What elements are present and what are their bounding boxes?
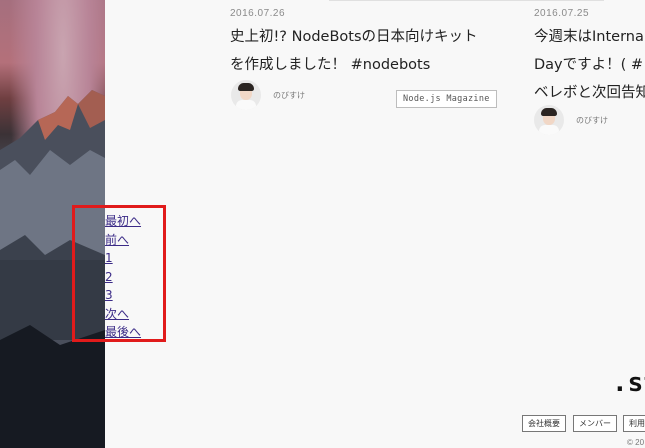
article-card[interactable]: 2016.07.25 今週末はInterna Dayですよ！( # ベレボと次回…	[534, 8, 645, 107]
author-name[interactable]: のびすけ	[273, 90, 305, 101]
author-name[interactable]: のびすけ	[576, 115, 608, 126]
article-date: 2016.07.25	[534, 8, 590, 19]
footer-link-terms[interactable]: 利用	[623, 415, 645, 432]
highlight-box	[72, 205, 166, 342]
avatar[interactable]	[231, 80, 261, 110]
article-date: 2016.07.26	[230, 8, 286, 19]
article-title[interactable]: 今週末はInterna Dayですよ！( # ベレボと次回告知	[534, 23, 645, 107]
avatar[interactable]	[534, 105, 564, 135]
footer-link-company[interactable]: 会社概要	[522, 415, 566, 432]
site-logo[interactable]: .st	[612, 368, 645, 398]
footer-link-members[interactable]: メンバー	[573, 415, 617, 432]
copyright: © 20	[627, 438, 645, 447]
author-row: のびすけ	[231, 80, 305, 110]
article-card[interactable]: 2016.07.26 史上初!? NodeBotsの日本向けキット を作成しまし…	[230, 8, 505, 79]
author-row: のびすけ	[534, 105, 608, 135]
category-tag[interactable]: Node.js Magazine	[396, 90, 497, 108]
divider	[329, 0, 604, 1]
article-title[interactable]: 史上初!? NodeBotsの日本向けキット を作成しました！ #nodebot…	[230, 23, 505, 79]
